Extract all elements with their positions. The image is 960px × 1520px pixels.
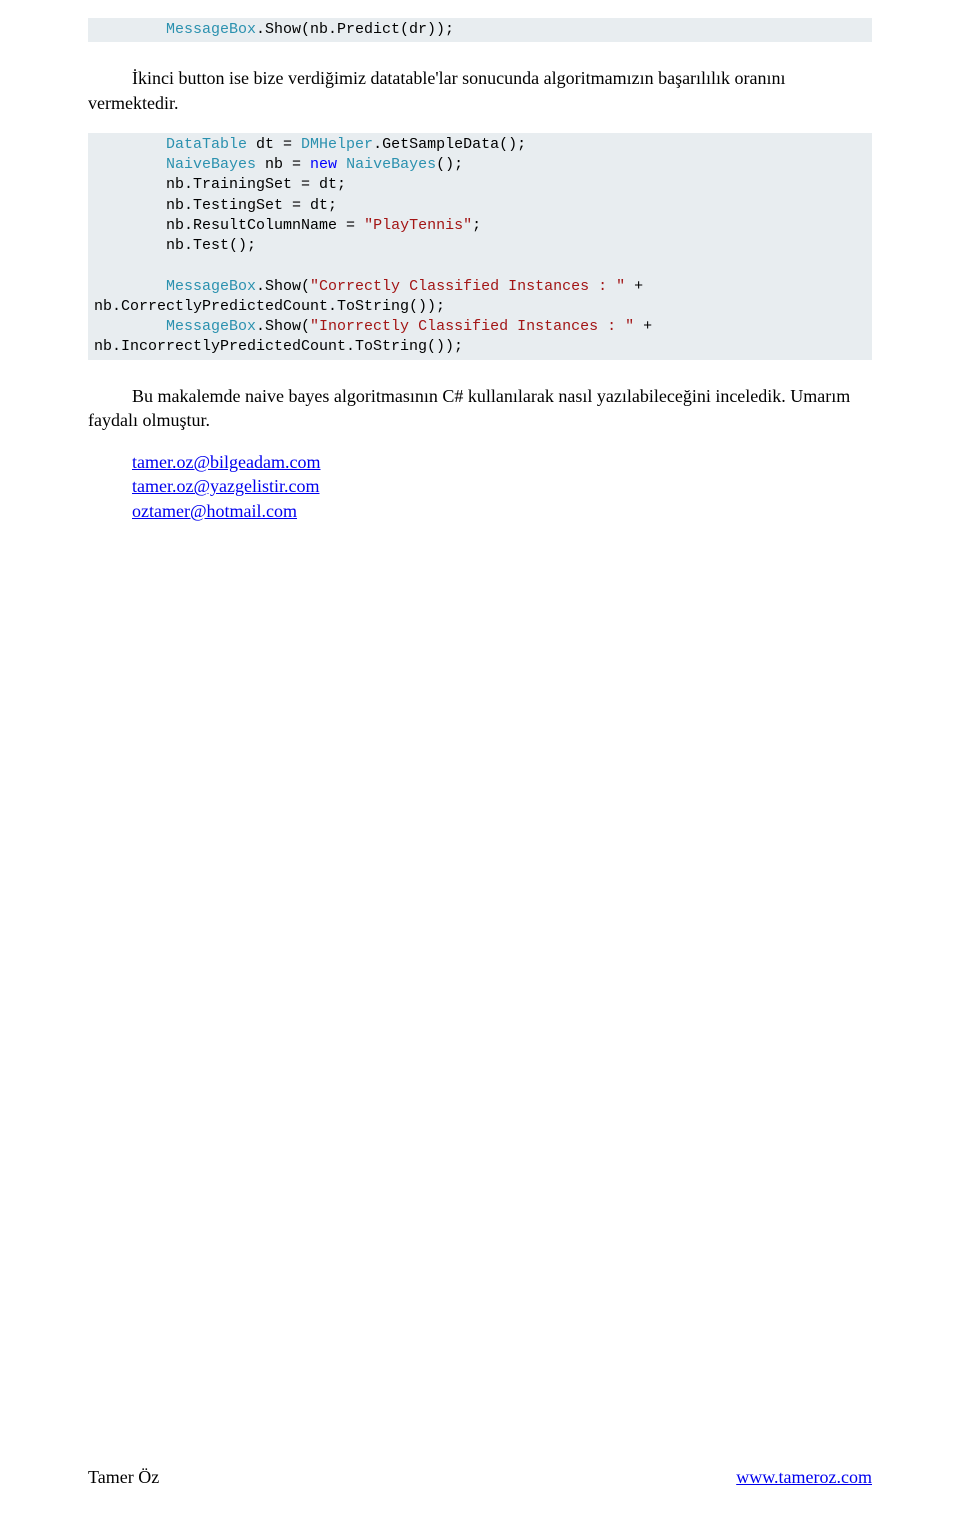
- code-indent: [94, 21, 166, 38]
- footer-site-link[interactable]: www.tameroz.com: [736, 1467, 872, 1488]
- c2l8: nb.CorrectlyPredictedCount.ToString());: [94, 298, 445, 315]
- document-page: MessageBox.Show(nb.Predict(dr)); İkinci …: [0, 0, 960, 523]
- email-link-3[interactable]: oztamer@hotmail.com: [132, 501, 297, 521]
- c2l10: nb.IncorrectlyPredictedCount.ToString())…: [94, 338, 463, 355]
- email-block: tamer.oz@bilgeadam.com tamer.oz@yazgelis…: [132, 450, 872, 523]
- code-class: MessageBox: [166, 21, 256, 38]
- c2l3: nb.TrainingSet = dt;: [94, 176, 346, 193]
- email-link-2[interactable]: tamer.oz@yazgelistir.com: [132, 476, 320, 496]
- code-rest: .Show(nb.Predict(dr));: [256, 21, 454, 38]
- c2l2: NaiveBayes nb = new NaiveBayes();: [94, 156, 463, 173]
- page-footer: Tamer Öz www.tameroz.com: [0, 1467, 960, 1488]
- footer-author: Tamer Öz: [88, 1467, 159, 1488]
- email-link-1[interactable]: tamer.oz@bilgeadam.com: [132, 452, 321, 472]
- c2l7: MessageBox.Show("Correctly Classified In…: [94, 278, 643, 295]
- code-block-1: MessageBox.Show(nb.Predict(dr));: [88, 18, 872, 42]
- c2l6: nb.Test();: [94, 237, 256, 254]
- paragraph-1: İkinci button ise bize verdiğimiz datata…: [88, 66, 872, 115]
- paragraph-2: Bu makalemde naive bayes algoritmasının …: [88, 384, 872, 433]
- c2l4: nb.TestingSet = dt;: [94, 197, 337, 214]
- c2l5: nb.ResultColumnName = "PlayTennis";: [94, 217, 481, 234]
- code-block-2: DataTable dt = DMHelper.GetSampleData();…: [88, 133, 872, 360]
- c2l9: MessageBox.Show("Inorrectly Classified I…: [94, 318, 652, 335]
- c2l1: DataTable dt = DMHelper.GetSampleData();: [94, 136, 526, 153]
